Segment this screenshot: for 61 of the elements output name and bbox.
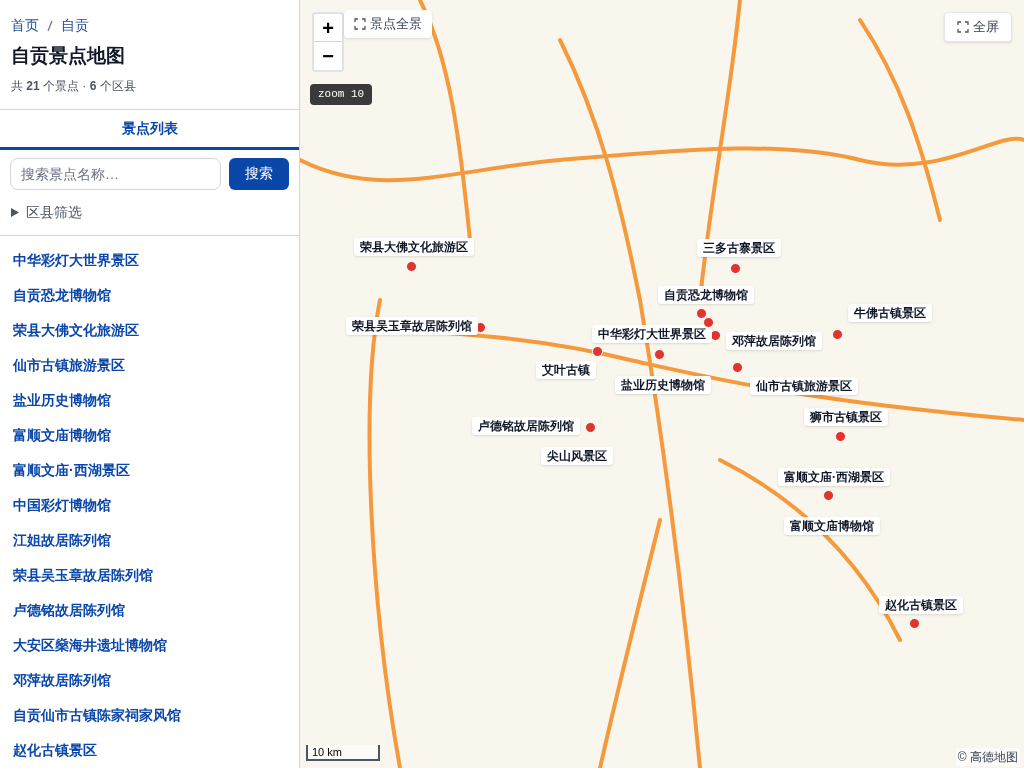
spot-link[interactable]: 自贡恐龙博物馆 xyxy=(13,284,111,320)
breadcrumb-link[interactable]: 自贡 xyxy=(61,15,89,36)
spot-link[interactable]: 中华彩灯大世界景区 xyxy=(13,249,139,285)
spot-link[interactable]: 赵化古镇景区 xyxy=(13,739,97,768)
marker-label: 牛佛古镇景区 xyxy=(848,304,932,322)
map-pin-icon[interactable] xyxy=(732,362,743,373)
zoom-in-button[interactable]: + xyxy=(314,14,342,42)
breadcrumb-separator-icon xyxy=(47,19,53,32)
spot-link[interactable]: 荣县吴玉章故居陈列馆 xyxy=(13,564,153,600)
scale-bar: 10 km xyxy=(306,745,380,761)
spot-link[interactable]: 富顺文庙·西湖景区 xyxy=(13,459,130,495)
breadcrumb-link[interactable]: 首页 xyxy=(11,15,39,36)
marker-label: 赵化古镇景区 xyxy=(879,596,963,614)
expand-icon xyxy=(957,21,969,33)
map-pin-icon[interactable] xyxy=(703,317,714,328)
spot-stats: 共 21 个景点 · 6 个区县 xyxy=(11,77,136,95)
spot-link[interactable]: 富顺文庙博物馆 xyxy=(13,424,111,460)
spot-link[interactable]: 仙市古镇旅游景区 xyxy=(13,354,125,390)
marker-label: 仙市古镇旅游景区 xyxy=(750,377,858,395)
search-field[interactable]: 搜索景点名称… xyxy=(10,157,221,190)
overview-button[interactable]: 景点全景 xyxy=(344,10,432,38)
expand-icon xyxy=(354,18,366,30)
map-pin-icon[interactable] xyxy=(832,329,843,340)
marker-label: 富顺文庙博物馆 xyxy=(784,517,880,535)
spot-link[interactable]: 卢德铭故居陈列馆 xyxy=(13,599,125,635)
marker-label: 三多古寨景区 xyxy=(697,239,781,257)
marker-label: 荣县吴玉章故居陈列馆 xyxy=(346,317,478,335)
map-pin-icon[interactable] xyxy=(696,308,707,319)
marker-label: 中华彩灯大世界景区 xyxy=(592,325,712,343)
spot-link[interactable]: 荣县大佛文化旅游区 xyxy=(13,319,139,355)
spot-link[interactable]: 邓萍故居陈列馆 xyxy=(13,669,111,705)
map-pin-icon[interactable] xyxy=(823,490,834,501)
map-attribution: © 高德地图 xyxy=(955,748,1020,766)
marker-label: 尖山风景区 xyxy=(541,447,613,465)
spot-link[interactable]: 自贡仙市古镇陈家祠家风馆 xyxy=(13,704,181,740)
marker-label: 富顺文庙·西湖景区 xyxy=(778,468,890,486)
map-pin-icon[interactable] xyxy=(592,346,603,357)
district-filter-toggle[interactable]: 区县筛选 xyxy=(11,201,82,223)
map-pin-icon[interactable] xyxy=(730,263,741,274)
marker-label: 自贡恐龙博物馆 xyxy=(658,286,754,304)
map-pin-icon[interactable] xyxy=(585,422,596,433)
page-title: 自贡景点地图 xyxy=(11,44,125,68)
zoom-out-button[interactable]: − xyxy=(314,42,342,70)
zoom-level-badge: zoom 10 xyxy=(310,84,373,105)
spot-link[interactable]: 江姐故居陈列馆 xyxy=(13,529,111,565)
marker-label: 荣县大佛文化旅游区 xyxy=(354,238,474,256)
marker-label: 卢德铭故居陈列馆 xyxy=(472,417,580,435)
spot-link[interactable]: 大安区燊海井遗址博物馆 xyxy=(13,634,167,670)
spot-link[interactable]: 中国彩灯博物馆 xyxy=(13,494,111,530)
map-pin-icon[interactable] xyxy=(909,618,920,629)
map-pin-icon[interactable] xyxy=(406,261,417,272)
marker-label: 艾叶古镇 xyxy=(536,361,596,379)
map-pin-icon[interactable] xyxy=(654,349,665,360)
marker-label: 盐业历史博物馆 xyxy=(615,376,711,394)
list-tab[interactable]: 景点列表 xyxy=(0,109,299,150)
marker-label: 邓萍故居陈列馆 xyxy=(726,332,822,350)
spot-link[interactable]: 盐业历史博物馆 xyxy=(13,389,111,425)
marker-label: 狮市古镇景区 xyxy=(804,408,888,426)
fullscreen-button[interactable]: 全屏 xyxy=(944,12,1012,42)
map-pin-icon[interactable] xyxy=(835,431,846,442)
search-button[interactable]: 搜索 xyxy=(229,157,289,190)
